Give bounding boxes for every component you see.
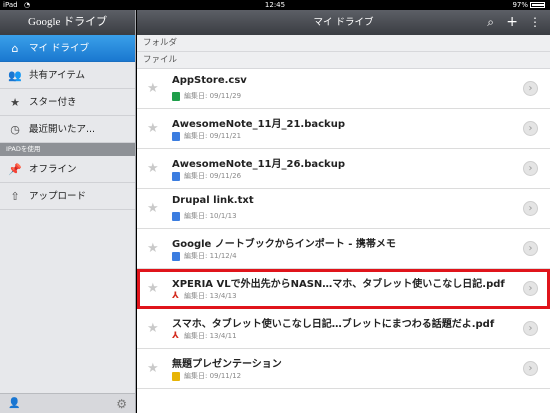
file-modified-date: 編集日: 13/4/11 xyxy=(184,332,237,340)
file-modified-date: 編集日: 13/4/13 xyxy=(184,292,237,300)
sidebar-item-my-drive[interactable]: ⌂ マイ ドライブ xyxy=(0,35,135,62)
sidebar-item-label: 最近開いたア... xyxy=(29,124,96,135)
document-icon xyxy=(172,172,180,181)
star-icon[interactable]: ★ xyxy=(147,201,159,216)
sidebar-item-label: オフライン xyxy=(29,164,77,175)
file-modified-date: 編集日: 09/11/26 xyxy=(184,172,242,180)
sidebar-item-starred[interactable]: ★ スター付き xyxy=(0,89,135,116)
clock-icon: ◷ xyxy=(10,123,20,136)
pdf-icon: ⅄ xyxy=(172,291,179,301)
sidebar-item-label: 共有アイテム xyxy=(29,70,86,81)
gear-icon[interactable]: ⚙ xyxy=(116,397,127,411)
star-icon[interactable]: ★ xyxy=(147,161,159,176)
file-name: スマホ、タブレット使いこなし日記…ブレットにまつわる話題だよ.pdf xyxy=(172,319,495,330)
star-icon[interactable]: ★ xyxy=(147,241,159,256)
battery-icon xyxy=(530,2,545,8)
spreadsheet-icon xyxy=(172,92,180,101)
file-name: Google ノートブックからインポート - 携帯メモ xyxy=(172,239,396,250)
shared-people-icon: 👥 xyxy=(8,69,22,82)
sidebar-item-label: スター付き xyxy=(29,97,77,108)
file-modified-date: 編集日: 11/12/4 xyxy=(184,252,237,260)
presentation-icon xyxy=(172,372,180,381)
star-icon[interactable]: ★ xyxy=(147,121,159,136)
pdf-icon: ⅄ xyxy=(172,331,179,341)
file-row[interactable]: ★ 無題プレゼンテーション 編集日: 09/11/12 › xyxy=(137,349,550,389)
file-list: ★ AppStore.csv 編集日: 09/11/29 › ★ Awesome… xyxy=(137,69,550,389)
file-modified-date: 編集日: 10/1/13 xyxy=(184,212,237,220)
file-name: XPERIA VLで外出先からNASN…マホ、タブレット使いこなし日記.pdf xyxy=(172,279,505,290)
chevron-right-icon[interactable]: › xyxy=(523,281,538,296)
chevron-right-icon[interactable]: › xyxy=(523,361,538,376)
file-row[interactable]: ★ スマホ、タブレット使いこなし日記…ブレットにまつわる話題だよ.pdf ⅄ 編… xyxy=(137,309,550,349)
search-icon[interactable]: ⌕ xyxy=(487,10,494,35)
sidebar: Google ドライブ ⌂ マイ ドライブ 👥 共有アイテム ★ スター付き ◷… xyxy=(0,10,136,413)
file-modified-date: 編集日: 09/11/21 xyxy=(184,132,242,140)
file-name: Drupal link.txt xyxy=(172,195,254,206)
upload-icon: ⇧ xyxy=(10,190,20,203)
star-icon[interactable]: ★ xyxy=(147,361,159,376)
file-row[interactable]: ★ AwesomeNote_11月_21.backup 編集日: 09/11/2… xyxy=(137,109,550,149)
file-modified-date: 編集日: 09/11/12 xyxy=(184,372,242,380)
chevron-right-icon[interactable]: › xyxy=(523,201,538,216)
drive-icon: ⌂ xyxy=(11,42,19,55)
file-row-highlighted[interactable]: ★ XPERIA VLで外出先からNASN…マホ、タブレット使いこなし日記.pd… xyxy=(137,269,550,309)
chevron-right-icon[interactable]: › xyxy=(523,161,538,176)
status-bar: iPad ◔ 12:45 97% xyxy=(0,0,550,10)
sidebar-item-upload[interactable]: ⇧ アップロード xyxy=(0,183,135,210)
sidebar-item-label: マイ ドライブ xyxy=(29,43,90,54)
file-name: AwesomeNote_11月_26.backup xyxy=(172,159,345,170)
star-icon[interactable]: ★ xyxy=(147,281,159,296)
document-icon xyxy=(172,212,180,221)
sidebar-item-recent[interactable]: ◷ 最近開いたア... xyxy=(0,116,135,143)
section-header-ipad: IPADを使用 xyxy=(0,143,135,156)
file-name: 無題プレゼンテーション xyxy=(172,359,282,370)
chevron-right-icon[interactable]: › xyxy=(523,321,538,336)
file-row[interactable]: ★ AwesomeNote_11月_26.backup 編集日: 09/11/2… xyxy=(137,149,550,189)
file-row[interactable]: ★ AppStore.csv 編集日: 09/11/29 › xyxy=(137,69,550,109)
sidebar-item-offline[interactable]: 📌 オフライン xyxy=(0,156,135,183)
app-logo: Google ドライブ xyxy=(0,10,135,35)
more-icon[interactable]: ⋮ xyxy=(529,10,541,35)
main-panel: マイ ドライブ ⌕ + ⋮ フォルダ ファイル ★ AppStore.csv 編… xyxy=(137,10,550,413)
chevron-right-icon[interactable]: › xyxy=(523,121,538,136)
main-header: マイ ドライブ ⌕ + ⋮ xyxy=(137,10,550,35)
document-icon xyxy=(172,132,180,141)
file-modified-date: 編集日: 09/11/29 xyxy=(184,92,242,100)
page-title: マイ ドライブ xyxy=(313,17,374,28)
star-icon: ★ xyxy=(10,96,20,109)
document-icon xyxy=(172,252,180,261)
star-icon[interactable]: ★ xyxy=(147,321,159,336)
sidebar-item-shared[interactable]: 👥 共有アイテム xyxy=(0,62,135,89)
star-icon[interactable]: ★ xyxy=(147,81,159,96)
file-name: AwesomeNote_11月_21.backup xyxy=(172,119,345,130)
file-name: AppStore.csv xyxy=(172,75,247,86)
chevron-right-icon[interactable]: › xyxy=(523,241,538,256)
sidebar-footer: 👤 ⚙ xyxy=(0,393,135,413)
folder-section-header: フォルダ xyxy=(137,35,550,52)
file-row[interactable]: ★ Drupal link.txt 編集日: 10/1/13 › xyxy=(137,189,550,229)
file-section-header: ファイル xyxy=(137,52,550,69)
add-icon[interactable]: + xyxy=(506,10,518,35)
chevron-right-icon[interactable]: › xyxy=(523,81,538,96)
battery-percent: 97% xyxy=(512,1,528,9)
file-row[interactable]: ★ Google ノートブックからインポート - 携帯メモ 編集日: 11/12… xyxy=(137,229,550,269)
clock: 12:45 xyxy=(264,1,286,9)
pin-icon: 📌 xyxy=(8,163,22,176)
account-icon[interactable]: 👤 xyxy=(8,398,20,409)
sidebar-item-label: アップロード xyxy=(29,191,87,202)
